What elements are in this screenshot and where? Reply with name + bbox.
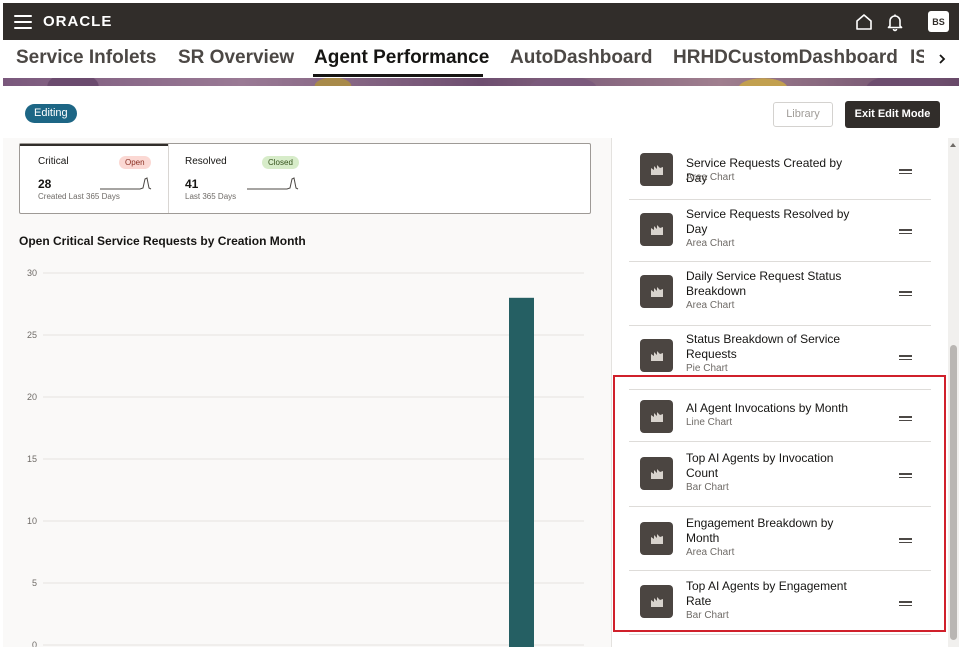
infolet-open-badge: Open — [119, 156, 151, 169]
global-header: ORACLE BS — [3, 3, 959, 40]
infolet-closed-badge: Closed — [262, 156, 299, 169]
active-tab-indicator — [313, 74, 483, 77]
user-avatar[interactable]: BS — [928, 11, 949, 32]
y-tick-label: 0 — [32, 640, 37, 647]
library-scrollbar[interactable] — [948, 138, 959, 647]
y-tick-label: 10 — [27, 516, 37, 526]
chart-thumbnail-icon — [640, 213, 673, 246]
drag-handle-icon[interactable] — [899, 169, 912, 175]
infolet-critical-label[interactable]: Critical — [38, 156, 69, 167]
chart-thumbnail-icon — [640, 153, 673, 186]
infolet-critical-sub: Created Last 365 Days — [38, 192, 120, 201]
chart-thumbnail-icon — [640, 275, 673, 308]
tab-hrhdcustomdashboard[interactable]: HRHDCustomDashboard — [673, 47, 898, 69]
tab-autodashboard[interactable]: AutoDashboard — [510, 47, 653, 69]
infolet-divider — [168, 144, 169, 213]
y-tick-label: 20 — [27, 392, 37, 402]
library-item-type: Pie Chart — [686, 363, 728, 374]
chart-bar[interactable] — [509, 297, 534, 647]
selected-infolet-indicator — [20, 144, 168, 146]
y-tick-label: 25 — [27, 330, 37, 340]
library-button[interactable]: Library — [773, 102, 833, 127]
library-item[interactable]: Daily Service Request Status Breakdown Ar… — [629, 262, 931, 326]
drag-handle-icon[interactable] — [899, 291, 912, 297]
tab-strip: Service Infolets SR Overview Agent Perfo… — [3, 40, 933, 78]
library-item[interactable]: Service Requests Created by Day Area Char… — [629, 138, 931, 200]
infolet-bar: Critical Open 28 Created Last 365 Days R… — [19, 143, 591, 214]
highlight-box — [613, 375, 946, 632]
chevron-right-icon — [938, 54, 945, 64]
critical-sparkline — [100, 177, 152, 190]
bar-chart: 30 25 20 15 10 5 0 — [27, 268, 584, 647]
next-tabs-button[interactable] — [924, 40, 959, 78]
library-item-type: Area Chart — [686, 300, 735, 311]
scroll-thumb[interactable] — [950, 345, 957, 640]
library-item[interactable]: Service Requests Resolved by Day Area Cha… — [629, 200, 931, 262]
drag-handle-icon[interactable] — [899, 229, 912, 235]
infolet-critical-value: 28 — [38, 177, 52, 191]
tab-service-infolets[interactable]: Service Infolets — [16, 47, 156, 69]
editing-badge: Editing — [25, 104, 77, 123]
home-icon[interactable] — [854, 12, 874, 32]
infolet-resolved-value: 41 — [185, 177, 199, 191]
y-tick-label: 5 — [32, 578, 37, 588]
library-item-title: Service Requests Resolved by Day — [686, 207, 850, 236]
library-item-type: Area Chart — [686, 172, 735, 183]
tab-bar: Service Infolets SR Overview Agent Perfo… — [3, 40, 959, 86]
library-item-title: Status Breakdown of Service Requests — [686, 332, 841, 361]
oracle-logo[interactable]: ORACLE — [43, 13, 112, 30]
library-item-type: Area Chart — [686, 238, 735, 249]
resolved-sparkline — [247, 177, 299, 190]
infolet-resolved-sub: Last 365 Days — [185, 192, 237, 201]
tab-sr-overview[interactable]: SR Overview — [178, 47, 294, 69]
y-tick-label: 15 — [27, 454, 37, 464]
hamburger-menu-icon[interactable] — [14, 15, 32, 29]
exit-edit-mode-button[interactable]: Exit Edit Mode — [845, 101, 940, 128]
y-tick-label: 30 — [27, 268, 37, 278]
chart-title: Open Critical Service Requests by Creati… — [19, 234, 306, 248]
tab-agent-performance[interactable]: Agent Performance — [314, 47, 489, 69]
scroll-up-arrow-icon[interactable] — [950, 143, 956, 147]
library-item-title: Daily Service Request Status Breakdown — [686, 269, 842, 298]
chart-thumbnail-icon — [640, 339, 673, 372]
infolet-resolved-label[interactable]: Resolved — [185, 156, 227, 167]
bell-icon[interactable] — [885, 12, 905, 32]
drag-handle-icon[interactable] — [899, 355, 912, 361]
